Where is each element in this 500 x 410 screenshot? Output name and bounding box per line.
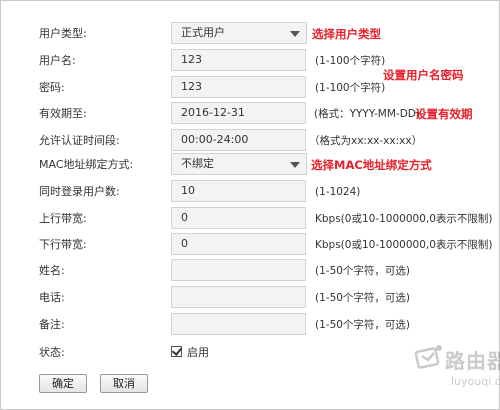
- name-label: 姓名:: [39, 264, 65, 277]
- chevron-down-icon: [290, 162, 300, 168]
- upload-bandwidth-hint: Kbps(0或10-1000000,0表示不限制): [315, 213, 493, 225]
- upload-bandwidth-row: 上行带宽: 0 Kbps(0或10-1000000,0表示不限制): [1, 207, 500, 231]
- watermark-cn-text: 路由器: [445, 349, 500, 373]
- download-bandwidth-input[interactable]: 0: [171, 233, 306, 255]
- mac-binding-annotation: 选择MAC地址绑定方式: [311, 158, 432, 172]
- remark-input[interactable]: [171, 313, 306, 335]
- user-type-select[interactable]: 正式用户: [171, 22, 307, 44]
- phone-label: 电话:: [39, 291, 65, 304]
- remark-hint: (1-50个字符，可选): [315, 319, 411, 331]
- expiry-input[interactable]: 2016-12-31: [171, 102, 306, 124]
- username-input[interactable]: 123: [171, 49, 306, 71]
- name-hint: (1-50个字符，可选): [315, 265, 411, 277]
- concurrent-users-hint: (1-1024): [315, 186, 361, 198]
- phone-row: 电话: (1-50个字符，可选): [1, 286, 500, 310]
- credentials-annotation: 设置用户名密码: [383, 68, 464, 82]
- auth-time-input[interactable]: 00:00-24:00: [171, 129, 306, 151]
- download-bandwidth-hint: Kbps(0或10-1000000,0表示不限制): [315, 239, 493, 251]
- download-bandwidth-label: 下行带宽:: [39, 238, 87, 251]
- upload-bandwidth-label: 上行带宽:: [39, 212, 87, 225]
- password-label: 密码:: [39, 81, 65, 94]
- auth-time-row: 允许认证时间段: 00:00-24:00 （格式为xx:xx-xx:xx）: [1, 129, 500, 153]
- phone-hint: (1-50个字符，可选): [315, 292, 411, 304]
- concurrent-users-input[interactable]: 10: [171, 180, 306, 202]
- form-panel: 用户类型: 正式用户 选择用户类型 用户名: 123 (1-100个字符) 密码…: [0, 0, 500, 410]
- remark-label: 备注:: [39, 318, 65, 331]
- download-bandwidth-row: 下行带宽: 0 Kbps(0或10-1000000,0表示不限制): [1, 233, 500, 257]
- password-hint: (1-100个字符): [315, 82, 386, 94]
- password-input[interactable]: 123: [171, 76, 306, 98]
- watermark-en-text: luyouqi.com: [451, 375, 500, 388]
- concurrent-users-label: 同时登录用户数:: [39, 185, 120, 198]
- expiry-row: 有效期至: 2016-12-31 (格式：YYYY-MM-DD) 设置有效期: [1, 102, 500, 126]
- mac-binding-row: MAC地址绑定方式: 不绑定 选择MAC地址绑定方式: [1, 153, 500, 177]
- user-type-row: 用户类型: 正式用户 选择用户类型: [1, 22, 500, 46]
- chevron-down-icon: [290, 31, 300, 37]
- checkmark-icon: [171, 345, 183, 356]
- user-type-label: 用户类型:: [39, 27, 87, 40]
- remark-row: 备注: (1-50个字符，可选): [1, 313, 500, 337]
- confirm-button[interactable]: 确定: [39, 374, 87, 393]
- username-hint: (1-100个字符): [315, 55, 386, 67]
- expiry-label: 有效期至:: [39, 107, 87, 120]
- router-logo-icon: [414, 345, 442, 369]
- expiry-hint: (格式：YYYY-MM-DD): [314, 108, 420, 120]
- mac-binding-value: 不绑定: [181, 157, 214, 170]
- enable-checkbox-label[interactable]: 启用: [187, 346, 209, 360]
- watermark: 路由器 luyouqi.com: [413, 335, 500, 401]
- enable-checkbox[interactable]: [171, 345, 183, 357]
- status-label: 状态:: [39, 346, 65, 359]
- mac-binding-label: MAC地址绑定方式:: [39, 158, 134, 171]
- upload-bandwidth-input[interactable]: 0: [171, 207, 306, 229]
- mac-binding-select[interactable]: 不绑定: [171, 153, 307, 175]
- auth-time-hint: （格式为xx:xx-xx:xx）: [309, 135, 423, 147]
- phone-input[interactable]: [171, 286, 306, 308]
- password-row: 密码: 123 (1-100个字符) 设置用户名密码: [1, 68, 500, 100]
- user-type-annotation: 选择用户类型: [312, 27, 381, 41]
- expiry-annotation: 设置有效期: [415, 107, 473, 121]
- username-label: 用户名:: [39, 54, 76, 67]
- name-input[interactable]: [171, 259, 306, 281]
- cancel-button[interactable]: 取消: [100, 374, 148, 393]
- concurrent-users-row: 同时登录用户数: 10 (1-1024): [1, 180, 500, 204]
- name-row: 姓名: (1-50个字符，可选): [1, 259, 500, 283]
- auth-time-label: 允许认证时间段:: [39, 134, 120, 147]
- user-type-value: 正式用户: [181, 26, 225, 39]
